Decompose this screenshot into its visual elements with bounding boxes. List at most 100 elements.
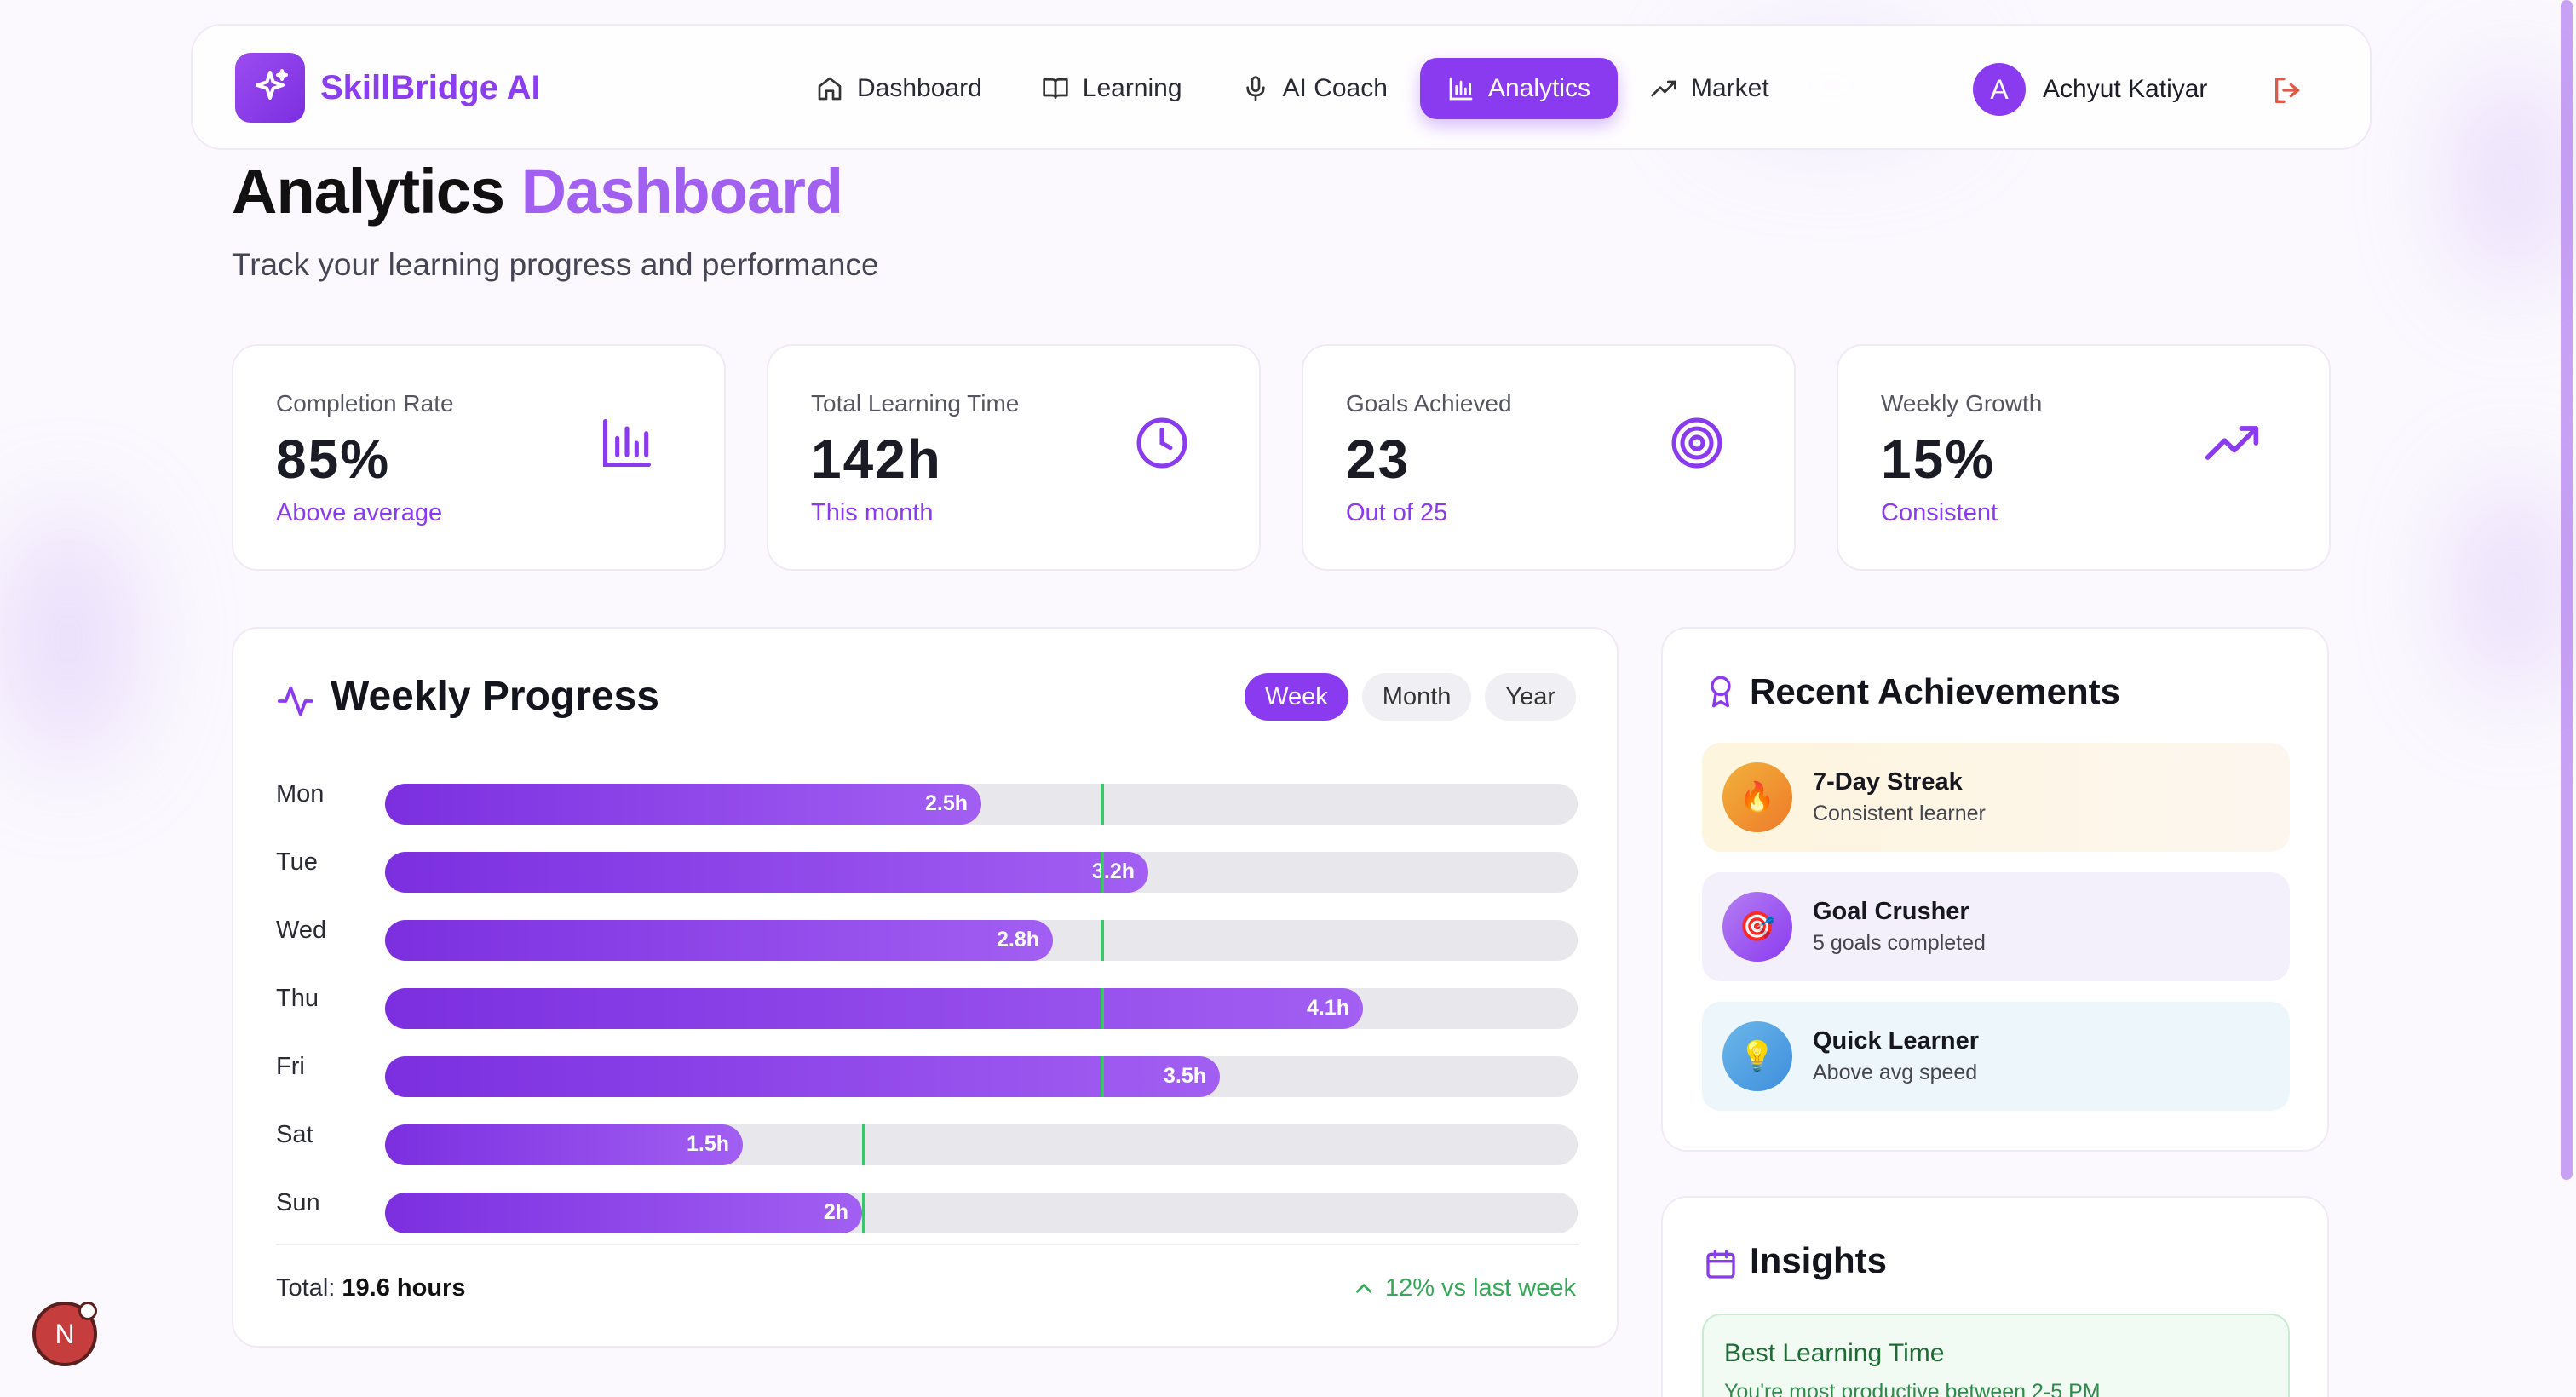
- bar-goal-marker: [1101, 784, 1104, 825]
- stat-label: Total Learning Time: [811, 390, 1020, 417]
- nav-item-ai-coach[interactable]: AI Coach: [1215, 58, 1415, 119]
- bar-value-label: 4.1h: [1306, 996, 1349, 1020]
- bar-day-label: Sat: [276, 1121, 313, 1148]
- stat-label: Completion Rate: [276, 390, 454, 417]
- brand-name: SkillBridge AI: [320, 68, 541, 106]
- bar-day-label: Thu: [276, 985, 319, 1012]
- user-name: Achyut Katiyar: [2043, 75, 2208, 103]
- nav-item-analytics[interactable]: Analytics: [1419, 58, 1618, 119]
- bar-chart-icon: [1449, 77, 1473, 101]
- fire-icon: 🔥: [1722, 762, 1792, 832]
- stat-value: 85%: [276, 428, 391, 490]
- bar-value-label: 3.2h: [1091, 859, 1135, 883]
- bar-fill: 3.5h: [385, 1056, 1220, 1097]
- insight-item: Best Learning Time You're most productiv…: [1702, 1314, 2290, 1397]
- weekly-total: Total: 19.6 hours: [276, 1274, 465, 1302]
- logout-icon[interactable]: [2271, 73, 2305, 107]
- page-title-accent: Dashboard: [520, 156, 844, 227]
- bar-row-sat: Sat 1.5h: [276, 1106, 1579, 1174]
- bar-track: 1.5h: [385, 1124, 1578, 1165]
- bar-fill: 4.1h: [385, 988, 1363, 1029]
- bar-row-sun: Sun 2h: [276, 1174, 1579, 1242]
- target-icon: [1671, 417, 1722, 469]
- sparkles-icon: [235, 53, 305, 123]
- achievements-title: Recent Achievements: [1750, 671, 2120, 711]
- achievements-card: Recent Achievements 🔥 7-Day Streak Consi…: [1661, 627, 2329, 1152]
- scrollbar[interactable]: [2561, 0, 2573, 1180]
- bar-day-label: Fri: [276, 1053, 305, 1080]
- bar-day-label: Mon: [276, 780, 325, 808]
- bar-track: 3.2h: [385, 852, 1578, 893]
- weekly-progress-title: Weekly Progress: [331, 674, 659, 719]
- tab-year[interactable]: Year: [1485, 673, 1576, 721]
- tab-month[interactable]: Month: [1361, 673, 1472, 721]
- achievement-item[interactable]: 💡 Quick Learner Above avg speed: [1702, 1002, 2290, 1111]
- weekly-total-value: 19.6 hours: [342, 1274, 466, 1302]
- calendar-icon: [1706, 1250, 1735, 1279]
- avatar: A: [1973, 63, 2026, 116]
- stat-value: 142h: [811, 428, 942, 490]
- page-title-main: Analytics: [232, 156, 505, 227]
- achievement-item[interactable]: 🎯 Goal Crusher 5 goals completed: [1702, 872, 2290, 981]
- user-menu[interactable]: A Achyut Katiyar: [1973, 63, 2207, 116]
- mic-icon: [1245, 76, 1265, 101]
- stat-note: Above average: [276, 499, 443, 526]
- weekly-change-text: 12% vs last week: [1384, 1274, 1576, 1302]
- home-icon: [818, 77, 842, 101]
- bar-track: 2h: [385, 1193, 1578, 1233]
- weekly-change: 12% vs last week: [1353, 1274, 1576, 1302]
- stat-value: 15%: [1881, 428, 1996, 490]
- bar-goal-marker: [862, 1124, 865, 1165]
- bar-track: 2.8h: [385, 920, 1578, 961]
- bar-day-label: Sun: [276, 1189, 320, 1216]
- book-icon: [1043, 78, 1068, 99]
- bar-fill: 3.2h: [385, 852, 1148, 893]
- bar-row-fri: Fri 3.5h: [276, 1038, 1579, 1106]
- bar-fill: 2h: [385, 1193, 862, 1233]
- bar-row-thu: Thu 4.1h: [276, 969, 1579, 1038]
- nav-item-learning[interactable]: Learning: [1015, 58, 1210, 119]
- achievement-item[interactable]: 🔥 7-Day Streak Consistent learner: [1702, 743, 2290, 852]
- notification-dot: [78, 1302, 97, 1320]
- stat-label: Goals Achieved: [1346, 390, 1512, 417]
- bar-fill: 2.5h: [385, 784, 981, 825]
- weekly-bar-chart: Mon 2.5h Tue 3.2h Wed 2.8h Thu 4.1h Fri 3.5h Sat 1.…: [276, 765, 1579, 1242]
- target-icon: 🎯: [1722, 892, 1792, 962]
- stat-label: Weekly Growth: [1881, 390, 2043, 417]
- stat-note: Out of 25: [1346, 499, 1448, 526]
- bar-goal-marker: [1101, 1056, 1104, 1097]
- nav-item-label: AI Coach: [1282, 74, 1388, 102]
- top-navbar: SkillBridge AI Dashboard Learning AI Coa…: [191, 24, 2372, 150]
- stat-card-learning-time: Total Learning Time 142h This month: [767, 344, 1261, 571]
- bar-row-mon: Mon 2.5h: [276, 765, 1579, 833]
- stat-card-goals-achieved: Goals Achieved 23 Out of 25: [1302, 344, 1796, 571]
- bar-fill: 2.8h: [385, 920, 1053, 961]
- bar-value-label: 1.5h: [686, 1132, 729, 1156]
- bar-row-wed: Wed 2.8h: [276, 901, 1579, 969]
- award-icon: [1711, 676, 1731, 708]
- nav-item-market[interactable]: Market: [1623, 58, 1797, 119]
- bar-value-label: 2h: [823, 1200, 848, 1224]
- trending-up-icon: [1651, 80, 1676, 97]
- brand[interactable]: SkillBridge AI: [235, 53, 541, 123]
- stat-card-weekly-growth: Weekly Growth 15% Consistent: [1837, 344, 2331, 571]
- divider: [276, 1244, 1579, 1245]
- bar-value-label: 2.8h: [996, 928, 1039, 951]
- page-subtitle: Track your learning progress and perform…: [232, 247, 879, 282]
- stat-card-completion-rate: Completion Rate 85% Above average: [232, 344, 726, 571]
- achievement-desc: 5 goals completed: [1813, 931, 1986, 955]
- chevron-up-icon: [1356, 1283, 1371, 1293]
- bar-goal-marker: [1101, 988, 1104, 1029]
- nav-item-label: Learning: [1082, 74, 1182, 102]
- bar-day-label: Wed: [276, 917, 327, 944]
- stat-note: This month: [811, 499, 934, 526]
- bar-fill: 1.5h: [385, 1124, 743, 1165]
- bar-track: 4.1h: [385, 988, 1578, 1029]
- nav-item-dashboard[interactable]: Dashboard: [789, 58, 1009, 119]
- activity-icon: [277, 686, 314, 716]
- achievement-desc: Above avg speed: [1813, 1061, 1978, 1084]
- bar-value-label: 2.5h: [924, 791, 968, 815]
- tab-week[interactable]: Week: [1245, 673, 1348, 721]
- weekly-progress-card: Weekly Progress Week Month Year Mon 2.5h T…: [232, 627, 1619, 1348]
- achievement-name: Quick Learner: [1813, 1027, 1980, 1055]
